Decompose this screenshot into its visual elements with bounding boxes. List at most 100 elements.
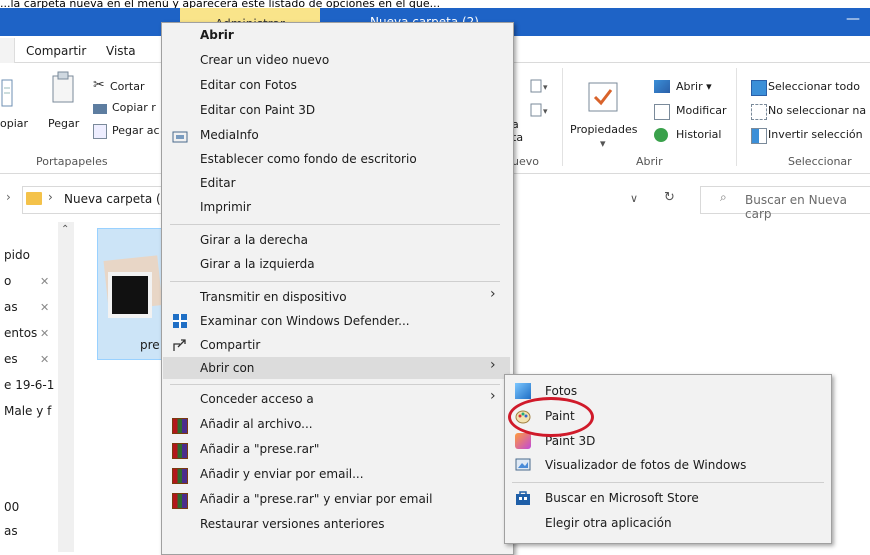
folder-icon [26,192,42,205]
copy-path-icon [93,104,107,114]
select-none-button[interactable]: No seleccionar na [768,104,866,117]
ribbon-separator [562,68,563,166]
mediainfo-icon [172,131,188,143]
nav-item[interactable]: e 19-6-1 [4,378,54,392]
invert-selection-icon [751,128,767,144]
winrar-icon [172,493,188,509]
invert-selection-button[interactable]: Invertir selección [768,128,863,141]
menu-item-mediainfo[interactable]: MediaInfo [200,128,259,142]
copy-button[interactable]: opiar [0,117,28,130]
submenu-arrow-icon: › [490,388,496,404]
minimize-button[interactable]: — [846,12,860,28]
windows-defender-icon [173,314,187,328]
menu-item-editar[interactable]: Editar [200,176,236,190]
scroll-up-icon[interactable]: ⌃ [61,224,69,235]
menu-item-abrir-con[interactable]: Abrir con [200,361,254,375]
menu-item-restaurar-versiones[interactable]: Restaurar versiones anteriores [200,517,385,531]
menu-item-fondo-escritorio[interactable]: Establecer como fondo de escritorio [200,152,417,166]
properties-button[interactable]: Propiedades [570,123,637,136]
menu-item-conceder-acceso[interactable]: Conceder acceso a [200,392,314,406]
document-caption: ...la carpeta nueva en el menú y aparece… [0,0,870,8]
search-icon: ⌕ [720,190,727,204]
nav-item[interactable]: Male y f [4,404,51,418]
winrar-icon [172,468,188,484]
breadcrumb-folder[interactable]: Nueva carpeta (2 [64,192,168,206]
ribbon-separator [736,68,737,166]
menu-item-imprimir[interactable]: Imprimir [200,200,251,214]
edit-button[interactable]: Modificar [676,104,727,117]
menu-item-anadir-enviar-email[interactable]: Añadir y enviar por email... [200,467,364,481]
submenu-item-microsoft-store[interactable]: Buscar en Microsoft Store [545,491,699,505]
history-button[interactable]: Historial [676,128,721,141]
menu-item-transmitir[interactable]: Transmitir en dispositivo [200,290,347,304]
back-arrow-icon[interactable]: › [6,190,11,204]
properties-dropdown-icon[interactable]: ▾ [600,137,606,150]
open-button[interactable]: Abrir ▾ [676,80,712,93]
pin-icon: ✕ [40,301,50,314]
refresh-icon[interactable]: ↻ [664,190,675,205]
photos-icon [515,383,531,399]
menu-item-compartir[interactable]: Compartir [200,338,260,352]
group-label-abrir: Abrir [636,155,663,168]
menu-item-anadir-rar-email[interactable]: Añadir a "prese.rar" y enviar por email [200,492,432,506]
menu-item-abrir[interactable]: Abrir [200,28,234,42]
menu-item-girar-izquierda[interactable]: Girar a la izquierda [200,257,315,271]
submenu-item-visualizador[interactable]: Visualizador de fotos de Windows [545,458,746,472]
group-label-nuevo: uevo [512,155,539,168]
pin-icon: ✕ [40,353,50,366]
submenu-item-elegir-otra[interactable]: Elegir otra aplicación [545,516,672,530]
tab-vista[interactable]: Vista [106,44,136,58]
copy-icon [1,79,13,107]
select-all-icon [751,80,767,96]
menu-item-editar-paint3d[interactable]: Editar con Paint 3D [200,103,315,117]
paste-shortcut-icon [93,124,107,139]
file-label: pre [140,338,160,352]
select-none-icon [751,104,767,120]
menu-item-windows-defender[interactable]: Examinar con Windows Defender... [200,314,410,328]
nav-scrollbar[interactable] [58,222,74,552]
svg-text:▾: ▾ [543,83,548,93]
submenu-arrow-icon: › [490,357,496,373]
cut-button[interactable]: Cortar [110,80,145,93]
tab-file[interactable] [0,38,15,64]
group-label-seleccionar: Seleccionar [788,155,852,168]
nav-item[interactable]: pido [4,248,30,262]
menu-item-anadir-prese-rar[interactable]: Añadir a "prese.rar" [200,442,319,456]
paste-icon [52,71,74,103]
file-thumbnail [108,272,152,318]
menu-item-girar-derecha[interactable]: Girar a la derecha [200,233,308,247]
svg-text:▾: ▾ [543,107,548,117]
open-icon [654,80,670,93]
history-icon [654,128,668,142]
share-icon [173,339,186,351]
tab-compartir[interactable]: Compartir [26,44,86,58]
scissors-icon: ✂ [93,77,105,93]
menu-separator [512,482,824,483]
paste-shortcut-button[interactable]: Pegar ac [112,124,160,137]
select-all-button[interactable]: Seleccionar todo [768,80,860,93]
winrar-icon [172,443,188,459]
copy-path-button[interactable]: Copiar r [112,101,156,114]
menu-item-crear-video[interactable]: Crear un video nuevo [200,53,329,67]
paint3d-icon [515,433,531,449]
nav-item[interactable]: es [4,352,18,366]
nav-item[interactable]: as [4,524,18,538]
group-label-portapapeles: Portapapeles [36,155,108,168]
photo-viewer-icon [515,458,531,471]
menu-item-anadir-archivo[interactable]: Añadir al archivo... [200,417,313,431]
submenu-arrow-icon: › [490,286,496,302]
history-dropdown-icon[interactable]: ∨ [630,192,638,205]
nav-item[interactable]: as [4,300,18,314]
nav-item[interactable]: o [4,274,11,288]
nav-item[interactable]: entos [4,326,37,340]
nav-item[interactable]: 00 [4,500,19,514]
nav-item-label: o [4,274,12,288]
menu-item-editar-fotos[interactable]: Editar con Fotos [200,78,297,92]
menu-separator [170,281,500,282]
pin-icon: ✕ [40,275,50,288]
paste-button[interactable]: Pegar [48,117,79,130]
breadcrumb-chevron-icon: › [48,190,53,204]
microsoft-store-icon [516,491,530,505]
submenu-item-fotos[interactable]: Fotos [545,384,577,398]
menu-separator [170,224,500,225]
